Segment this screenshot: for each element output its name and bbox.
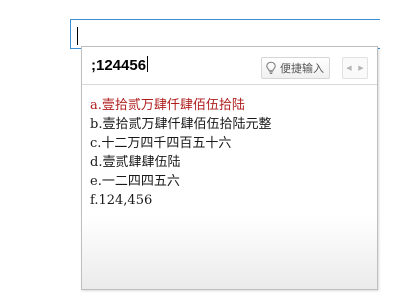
quick-input-button[interactable]: 便捷输入	[261, 57, 330, 79]
composition-row: ;124456 便捷输入 ◀ ▶	[82, 47, 377, 85]
left-arrow-icon[interactable]: ◀	[346, 64, 351, 72]
composition-text: ;124456	[91, 56, 149, 74]
candidate-item[interactable]: d.壹贰肆肆伍陆	[90, 153, 271, 172]
candidate-item[interactable]: c.十二万四千四百五十六	[90, 134, 271, 153]
ime-candidate-panel: ;124456 便捷输入 ◀ ▶ a.壹拾贰万肆仟肆佰伍拾陆 b.壹拾贰万肆仟肆…	[81, 46, 378, 290]
composition-caret	[147, 56, 149, 72]
lightbulb-icon	[266, 61, 276, 74]
page-controls: ◀ ▶	[342, 57, 368, 79]
candidate-item[interactable]: b.壹拾贰万肆仟肆佰伍拾陆元整	[90, 115, 271, 134]
text-caret	[77, 27, 78, 45]
text-input[interactable]	[70, 19, 380, 49]
candidate-list: a.壹拾贰万肆仟肆佰伍拾陆 b.壹拾贰万肆仟肆佰伍拾陆元整 c.十二万四千四百五…	[90, 96, 271, 210]
right-arrow-icon[interactable]: ▶	[358, 64, 363, 72]
candidate-item[interactable]: a.壹拾贰万肆仟肆佰伍拾陆	[90, 96, 271, 115]
quick-input-label: 便捷输入	[280, 62, 324, 75]
candidate-item[interactable]: e.一二四四五六	[90, 172, 271, 191]
candidate-item[interactable]: f.124,456	[90, 191, 271, 210]
